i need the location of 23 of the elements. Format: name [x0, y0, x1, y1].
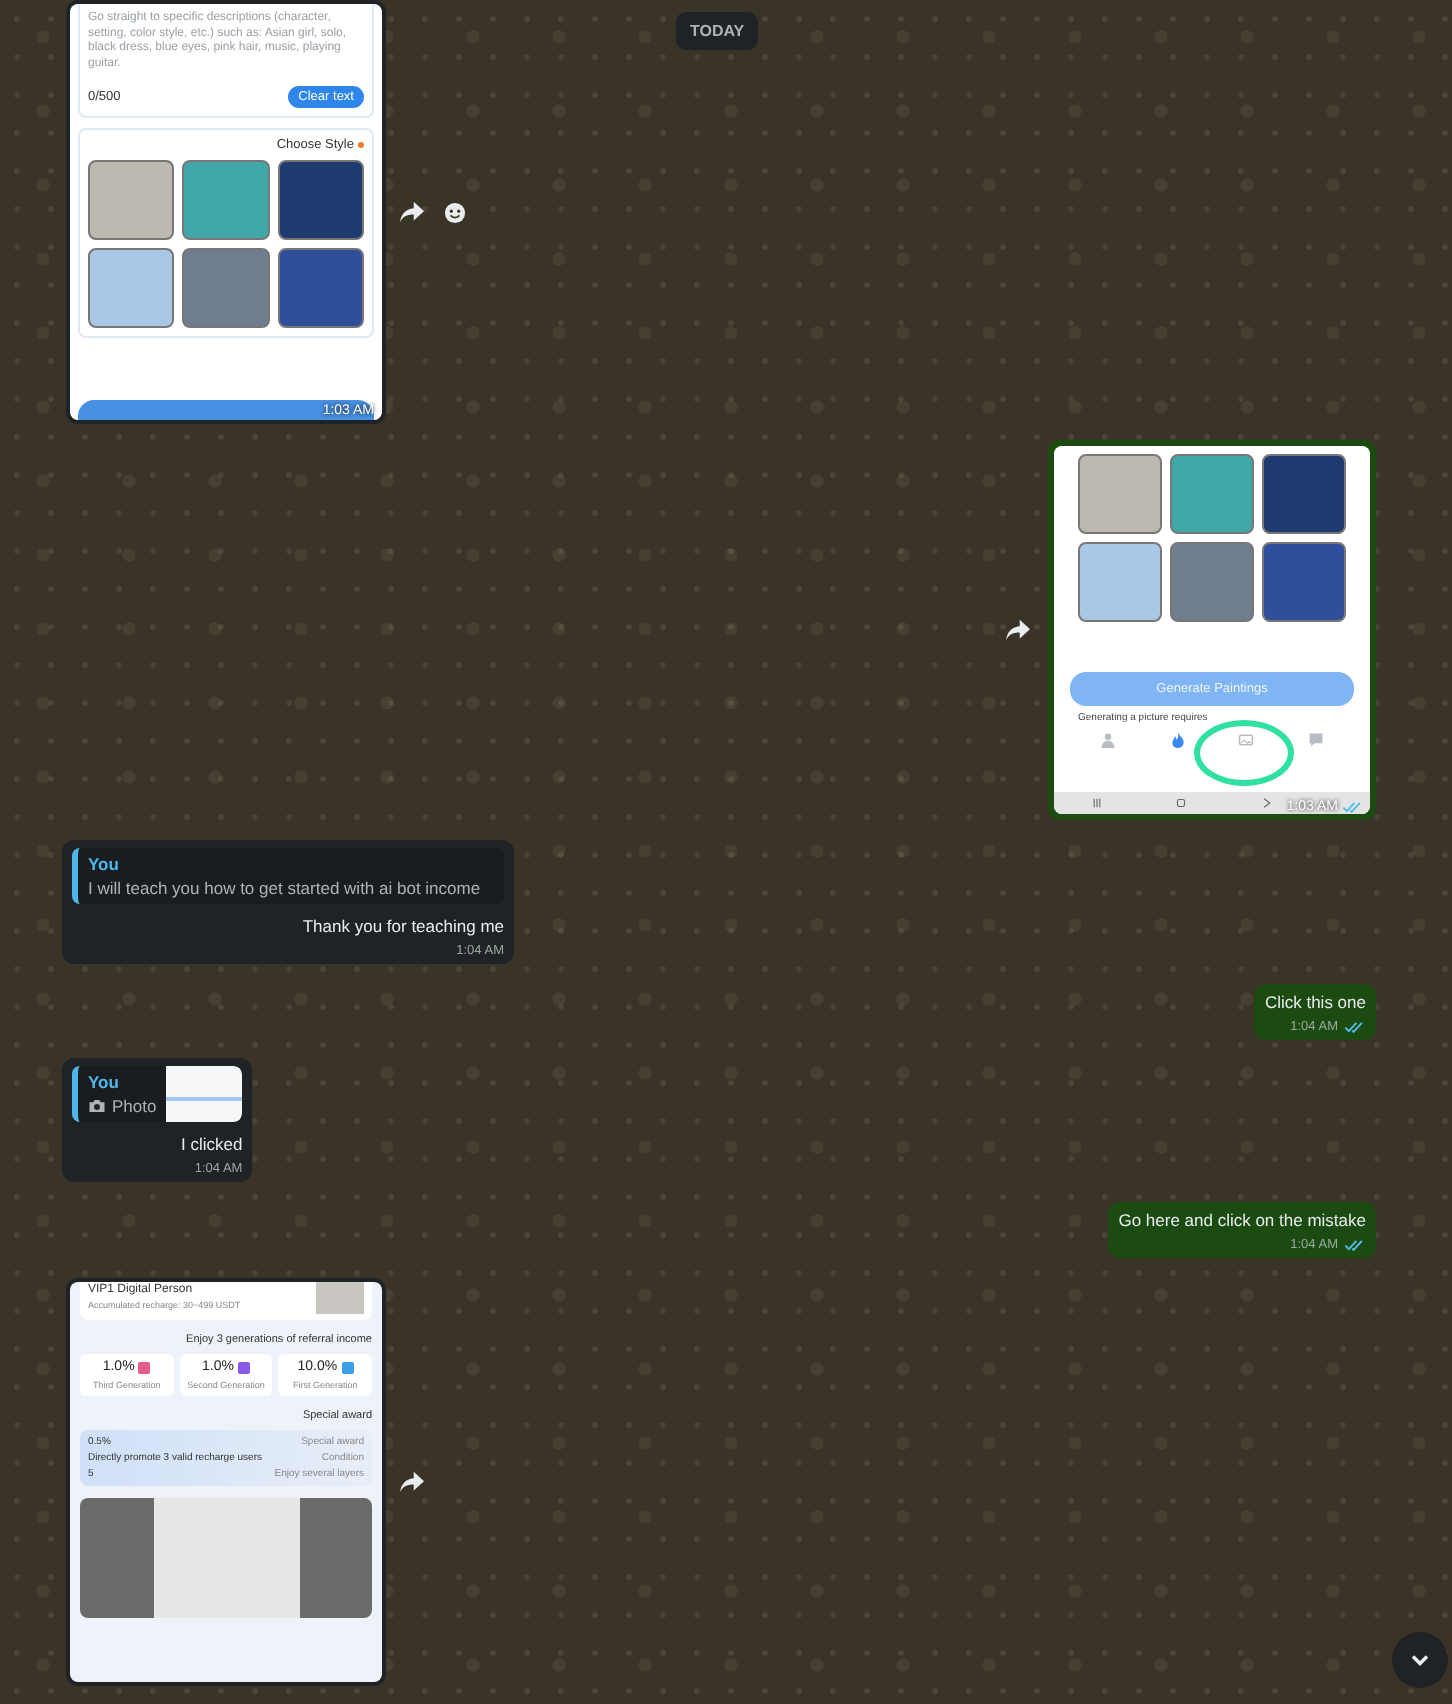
home-icon — [1174, 796, 1189, 810]
scroll-down-button[interactable] — [1392, 1632, 1448, 1688]
forward-icon[interactable] — [1004, 618, 1032, 642]
message-text: I clicked — [179, 1134, 243, 1154]
photo-placeholder — [316, 1282, 364, 1314]
forward-icon[interactable] — [398, 200, 426, 224]
quote-author: You — [88, 854, 121, 874]
image-message[interactable] — [66, 1278, 386, 1686]
message-text: Go here and click on the mistake — [1118, 1210, 1366, 1230]
quoted-message[interactable]: You I will teach you how to get started with ai bot income — [72, 848, 504, 904]
message-text: Thank you for teaching me — [300, 916, 504, 936]
quote-author: You — [88, 1072, 121, 1092]
quote-text: Photo — [112, 1096, 157, 1116]
message-text: Click this one — [1264, 992, 1366, 1012]
forward-icon[interactable] — [398, 1470, 426, 1494]
smiley-icon[interactable] — [444, 201, 466, 223]
quoted-message[interactable]: You Photo — [72, 1066, 243, 1122]
quote-text: I will teach you how to get started with ai bot income — [88, 878, 483, 898]
camera-icon — [88, 1098, 106, 1114]
screenshot-thumbnail — [166, 1066, 243, 1122]
recents-icon — [1089, 796, 1104, 810]
back-icon — [1260, 796, 1275, 810]
date-divider: TODAY — [676, 12, 759, 50]
